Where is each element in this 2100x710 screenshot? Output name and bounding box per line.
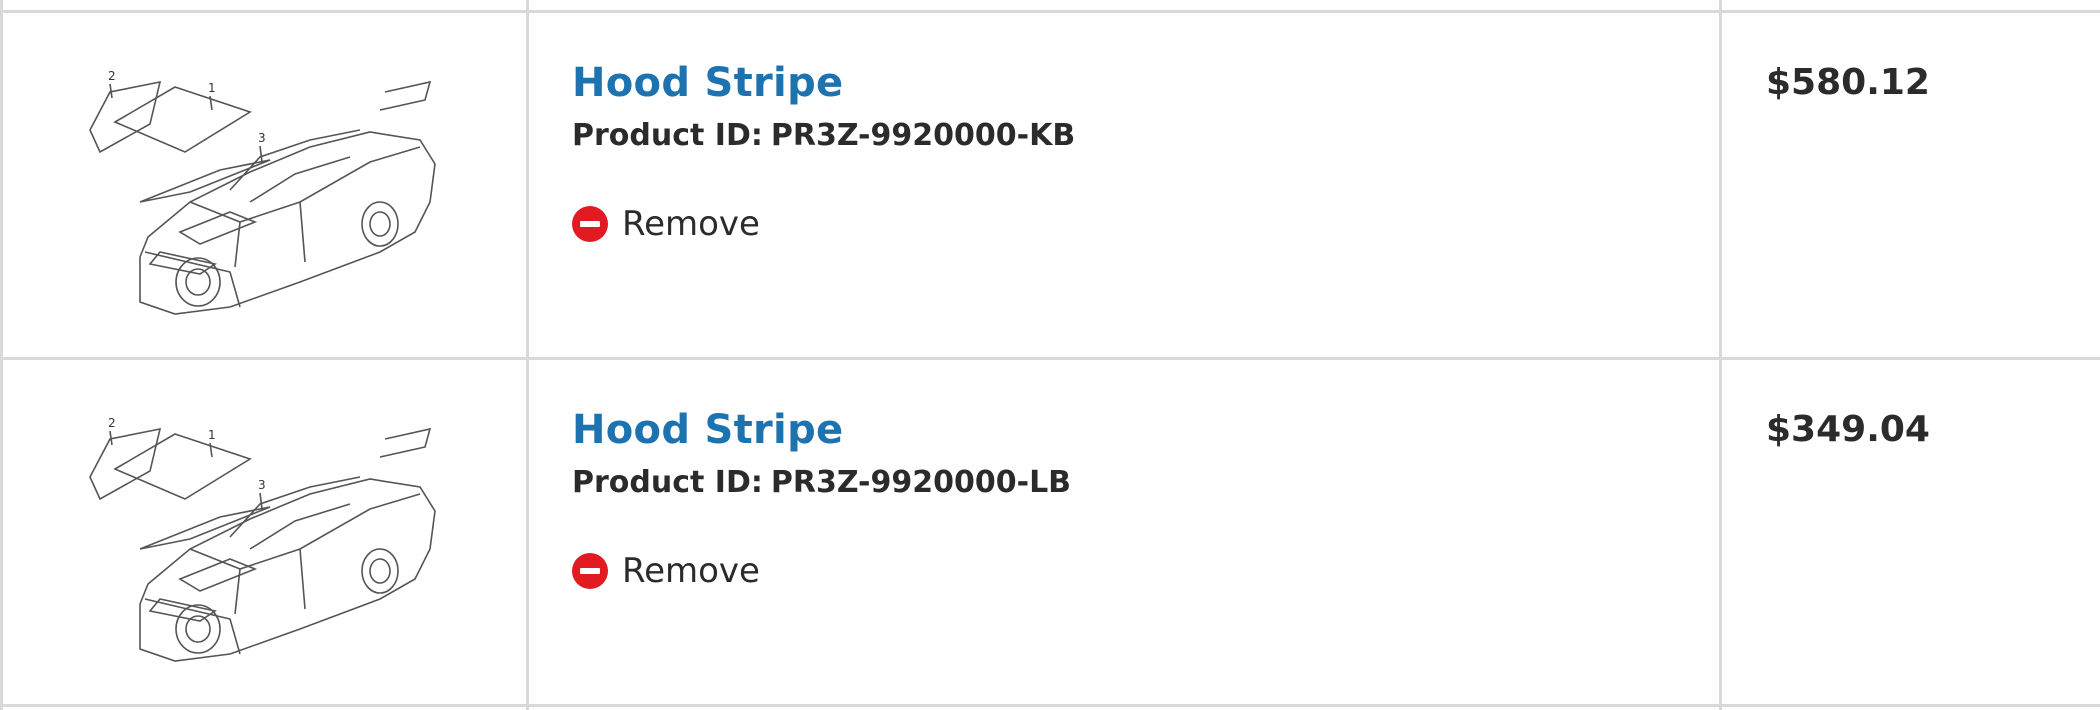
product-id: Product ID: PR3Z-9920000-KB <box>572 118 1075 153</box>
svg-text:1: 1 <box>208 428 216 442</box>
remove-button[interactable]: Remove <box>572 551 760 591</box>
svg-text:2: 2 <box>108 416 116 430</box>
svg-text:3: 3 <box>258 478 266 492</box>
product-image[interactable]: 2 1 3 <box>80 52 450 332</box>
svg-text:2: 2 <box>108 69 116 83</box>
svg-text:3: 3 <box>258 131 266 145</box>
car-hood-stripe-diagram-icon: 2 1 3 <box>89 416 436 662</box>
cart-item-row: 2 1 3 Hood Stripe Product ID: PR3Z-99200… <box>0 361 2100 705</box>
product-image[interactable]: 2 1 3 <box>80 399 450 679</box>
item-price: $349.04 <box>1766 409 1930 450</box>
product-id: Product ID: PR3Z-9920000-LB <box>572 465 1071 500</box>
product-id-label: Product ID: <box>572 118 763 153</box>
product-id-label: Product ID: <box>572 465 763 500</box>
cart-table: 2 1 3 Hood Stripe Product ID: PR3Z-99200… <box>0 0 2100 710</box>
remove-circle-icon[interactable] <box>572 206 608 242</box>
product-title-link[interactable]: Hood Stripe <box>572 407 843 453</box>
remove-button[interactable]: Remove <box>572 204 760 244</box>
remove-circle-icon[interactable] <box>572 553 608 589</box>
product-title-link[interactable]: Hood Stripe <box>572 60 843 106</box>
remove-label[interactable]: Remove <box>622 551 760 591</box>
cart-item-row: 2 1 3 Hood Stripe Product ID: PR3Z-99200… <box>0 14 2100 358</box>
svg-text:1: 1 <box>208 81 216 95</box>
item-price: $580.12 <box>1766 62 1930 103</box>
car-hood-stripe-diagram-icon: 2 1 3 <box>89 69 436 315</box>
remove-label[interactable]: Remove <box>622 204 760 244</box>
product-id-value: PR3Z-9920000-KB <box>770 118 1076 153</box>
row-divider <box>0 10 2100 13</box>
product-id-value: PR3Z-9920000-LB <box>770 465 1072 500</box>
